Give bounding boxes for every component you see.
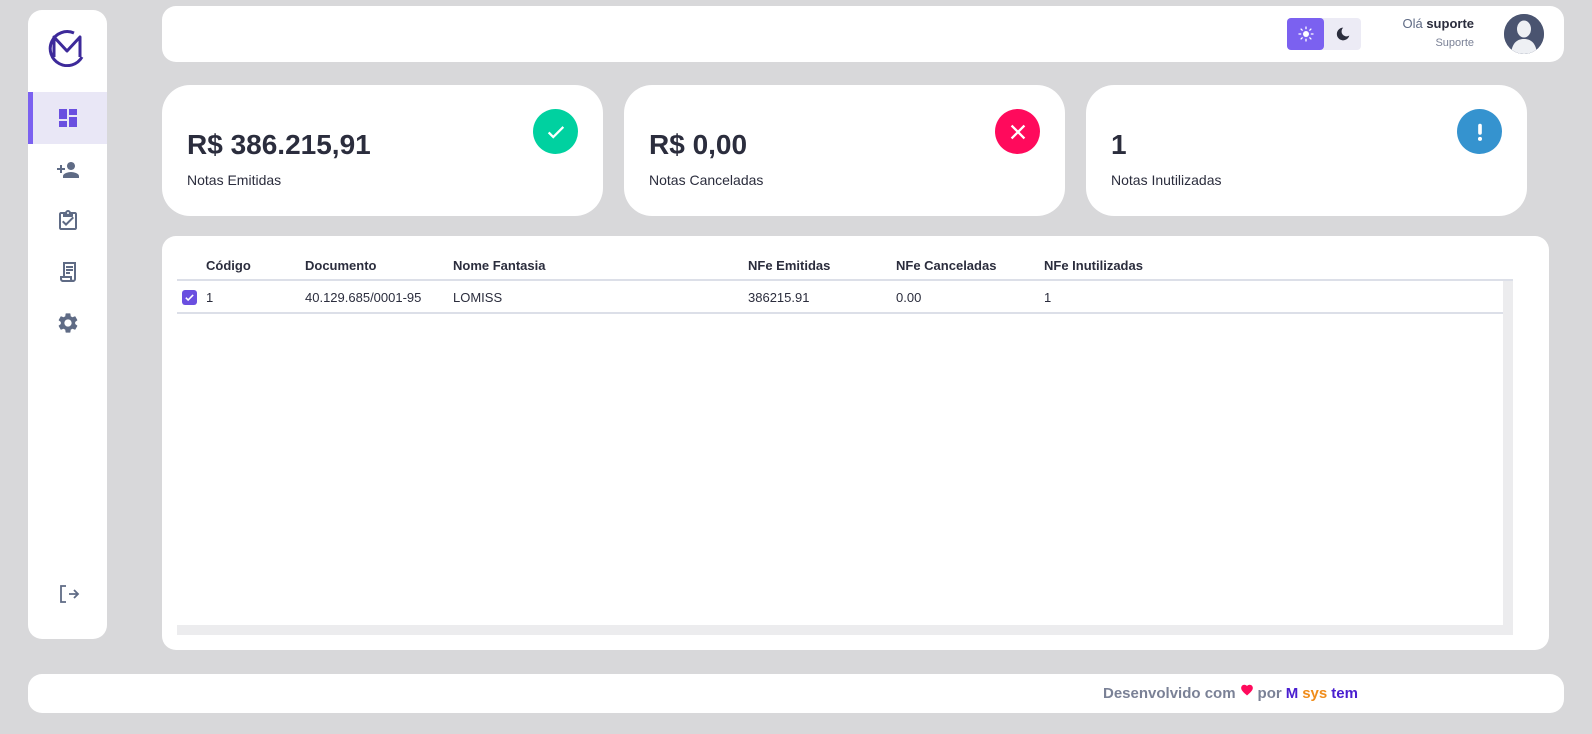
brand-sys[interactable]: sys <box>1302 685 1327 702</box>
brand-tem[interactable]: tem <box>1331 685 1358 702</box>
card-notas-inutilizadas: 1 Notas Inutilizadas <box>1086 85 1527 216</box>
dashboard-icon <box>58 109 77 127</box>
brand-m[interactable]: M <box>1286 685 1299 702</box>
card-value: R$ 386.215,91 <box>187 129 371 160</box>
add-user-icon <box>56 162 79 178</box>
user-greeting: Olá suporte Suporte <box>1402 16 1474 49</box>
card-value: 1 <box>1111 129 1127 160</box>
close-icon <box>1010 124 1025 139</box>
table-cell: 386215.91 <box>748 290 810 305</box>
heart-icon <box>1240 684 1253 695</box>
footer-por: por <box>1257 685 1282 702</box>
footer-credit: Desenvolvido com por M sys tem <box>1103 684 1358 702</box>
sidebar-item-tasks[interactable] <box>28 195 107 247</box>
column-header[interactable]: Código <box>206 258 251 273</box>
receipt-icon <box>59 262 76 282</box>
avatar[interactable] <box>1504 14 1544 54</box>
greeting-prefix: Olá <box>1402 16 1423 31</box>
card-label: Notas Inutilizadas <box>1111 172 1222 188</box>
card-notas-emitidas: R$ 386.215,91 Notas Emitidas <box>162 85 603 216</box>
username: suporte <box>1426 16 1474 31</box>
logo-icon <box>48 30 84 67</box>
user-role: Suporte <box>1435 37 1474 49</box>
card-notas-canceladas: R$ 0,00 Notas Canceladas <box>624 85 1065 216</box>
column-header[interactable]: NFe Canceladas <box>896 258 996 273</box>
column-header[interactable]: NFe Inutilizadas <box>1044 258 1143 273</box>
checkmark-icon <box>185 294 194 302</box>
footer: Desenvolvido com por M sys tem <box>28 674 1564 713</box>
sidebar-item-settings[interactable] <box>28 297 107 349</box>
top-header: Olá suporte Suporte <box>162 6 1564 62</box>
sidebar-item-dashboard[interactable] <box>28 92 107 144</box>
footer-text: Desenvolvido com <box>1103 685 1236 702</box>
moon-icon <box>1336 27 1349 41</box>
column-header[interactable]: Documento <box>305 258 377 273</box>
row-checkbox[interactable] <box>182 290 197 305</box>
sidebar-item-reports[interactable] <box>28 246 107 298</box>
card-label: Notas Canceladas <box>649 172 764 188</box>
sidebar <box>28 10 107 639</box>
gear-icon <box>58 313 77 333</box>
sun-icon <box>1297 26 1314 42</box>
table-cell: 0.00 <box>896 290 922 305</box>
table-header: Código Documento Nome Fantasia NFe Emiti… <box>177 251 1513 281</box>
companies-table: Código Documento Nome Fantasia NFe Emiti… <box>177 251 1513 635</box>
card-label: Notas Emitidas <box>187 172 282 188</box>
logout-icon <box>59 585 79 603</box>
card-badge <box>1457 109 1502 154</box>
exclamation-icon <box>1477 123 1482 141</box>
table-body[interactable]: 1 40.129.685/0001-95 LOMISS 386215.91 0.… <box>177 281 1513 625</box>
column-header[interactable]: Nome Fantasia <box>453 258 545 273</box>
companies-panel: Código Documento Nome Fantasia NFe Emiti… <box>162 236 1549 650</box>
table-row[interactable]: 1 40.129.685/0001-95 LOMISS 386215.91 0.… <box>177 281 1503 314</box>
theme-toggle[interactable] <box>1287 18 1361 50</box>
column-header[interactable]: NFe Emitidas <box>748 258 830 273</box>
table-cell: 1 <box>1044 290 1052 305</box>
clipboard-check-icon <box>58 210 77 230</box>
card-badge <box>533 109 578 154</box>
check-icon <box>547 125 564 139</box>
card-value: R$ 0,00 <box>649 129 748 160</box>
logout-button[interactable] <box>28 568 107 620</box>
greeting-line: Olá suporte <box>1402 16 1474 31</box>
user-avatar-icon <box>1504 14 1544 54</box>
dark-theme-button[interactable] <box>1324 18 1361 50</box>
sidebar-item-add-user[interactable] <box>28 144 107 196</box>
light-theme-button[interactable] <box>1287 18 1324 50</box>
horizontal-scrollbar[interactable] <box>177 625 1513 635</box>
card-badge <box>995 109 1040 154</box>
table-cell: LOMISS <box>453 290 503 305</box>
table-cell: 40.129.685/0001-95 <box>305 290 422 305</box>
table-cell: 1 <box>206 290 214 305</box>
